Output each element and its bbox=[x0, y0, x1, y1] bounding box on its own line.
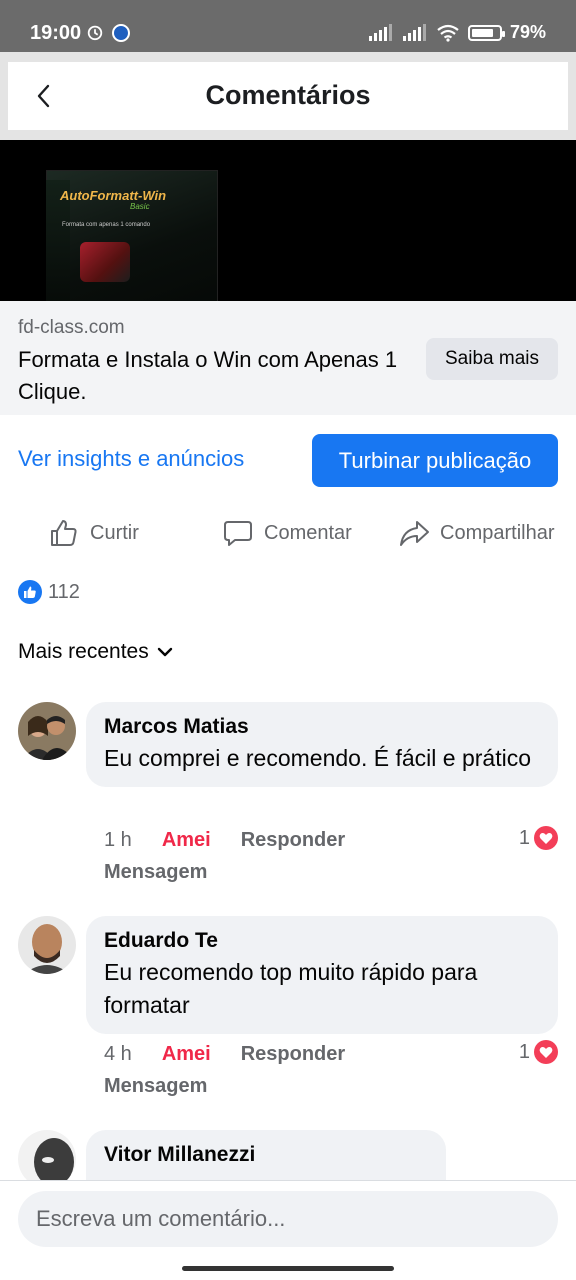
reaction-count: 112 bbox=[48, 580, 80, 603]
comment-sort-dropdown[interactable]: Mais recentes bbox=[18, 640, 173, 664]
chevron-down-icon bbox=[157, 647, 172, 657]
battery-icon bbox=[467, 24, 505, 41]
page-title: Comentários bbox=[205, 80, 371, 110]
comment-meta: 4 h Amei Responder Mensagem bbox=[104, 1038, 345, 1102]
comment-reaction-count[interactable]: 1 bbox=[519, 826, 558, 850]
header-bar: Comentários bbox=[0, 52, 576, 140]
love-count: 1 bbox=[518, 826, 530, 849]
thumbs-up-icon bbox=[51, 520, 77, 546]
comment-item: Marcos Matias Eu comprei e recomendo. É … bbox=[0, 702, 576, 902]
like-label: Curtir bbox=[90, 521, 139, 544]
like-button[interactable]: Curtir bbox=[48, 510, 139, 556]
comment-bubble[interactable]: Marcos Matias Eu comprei e recomendo. É … bbox=[86, 702, 558, 787]
header: Comentários bbox=[8, 62, 568, 130]
status-bar: 19:00 79% bbox=[0, 0, 576, 52]
battery-percent: 79% bbox=[509, 22, 546, 42]
product-edition: Basic bbox=[130, 202, 150, 211]
home-indicator[interactable] bbox=[182, 1266, 394, 1271]
learn-more-button[interactable]: Saiba mais bbox=[426, 338, 558, 380]
post-actions: Curtir Comentar Compartilhar bbox=[0, 510, 576, 556]
wifi-icon bbox=[437, 24, 459, 42]
comment-icon bbox=[224, 521, 252, 546]
signal-icon bbox=[368, 23, 392, 41]
product-name: AutoFormatt-Win bbox=[60, 188, 167, 203]
reaction-button[interactable]: Amei bbox=[162, 1043, 211, 1066]
status-indicators: 79% bbox=[368, 22, 546, 43]
message-button[interactable]: Mensagem bbox=[104, 1075, 207, 1098]
ad-image[interactable]: AutoFormatt-Win Basic Formata com apenas… bbox=[0, 140, 576, 301]
product-graphic bbox=[80, 242, 130, 282]
comment-time: 4 h bbox=[104, 1042, 132, 1065]
boost-post-button[interactable]: Turbinar publicação bbox=[312, 434, 558, 487]
share-label: Compartilhar bbox=[440, 521, 555, 544]
link-headline: Formata e Instala o Win com Apenas 1 Cli… bbox=[18, 347, 398, 404]
comment-composer-bar bbox=[0, 1180, 576, 1280]
alarm-icon bbox=[87, 25, 103, 41]
love-count: 1 bbox=[518, 1040, 530, 1063]
view-insights-link[interactable]: Ver insights e anúncios bbox=[18, 446, 244, 472]
reply-button[interactable]: Responder bbox=[241, 1043, 345, 1066]
battery-level bbox=[471, 28, 493, 37]
comment-item: Vitor Millanezzi bbox=[0, 1130, 576, 1180]
comment-item: Eduardo Te Eu recomendo top muito rápido… bbox=[0, 916, 576, 1116]
comment-author[interactable]: Marcos Matias bbox=[104, 714, 540, 740]
comment-meta: 1 h Amei Responder Mensagem bbox=[104, 824, 345, 888]
like-reaction-icon bbox=[18, 580, 42, 604]
comment-bubble[interactable]: Eduardo Te Eu recomendo top muito rápido… bbox=[86, 916, 558, 1034]
avatar[interactable] bbox=[18, 702, 76, 760]
app-notification-icon bbox=[112, 24, 130, 42]
heart-icon bbox=[534, 826, 558, 850]
status-time: 19:00 bbox=[30, 22, 82, 44]
avatar[interactable] bbox=[18, 1130, 76, 1180]
share-button[interactable]: Compartilhar bbox=[398, 510, 554, 556]
reply-button[interactable]: Responder bbox=[241, 829, 345, 852]
heart-icon bbox=[534, 1040, 558, 1064]
link-preview[interactable]: fd-class.com Formata e Instala o Win com… bbox=[0, 301, 576, 415]
product-tagline: Formata com apenas 1 comando bbox=[62, 222, 151, 228]
reaction-summary[interactable]: 112 bbox=[18, 580, 80, 604]
reaction-button[interactable]: Amei bbox=[162, 829, 211, 852]
comment-input[interactable] bbox=[18, 1191, 558, 1247]
signal-icon-2 bbox=[402, 23, 426, 41]
share-icon bbox=[400, 521, 429, 546]
comment-text: Eu recomendo top muito rápido para forma… bbox=[104, 959, 478, 1018]
link-domain: fd-class.com bbox=[18, 317, 125, 338]
comment-reaction-count[interactable]: 1 bbox=[519, 1040, 558, 1064]
comment-time: 1 h bbox=[104, 828, 132, 851]
comment-author[interactable]: Eduardo Te bbox=[104, 928, 540, 954]
comment-text: Eu comprei e recomendo. É fácil e prátic… bbox=[104, 745, 531, 771]
comment-label: Comentar bbox=[264, 521, 352, 544]
avatar[interactable] bbox=[18, 916, 76, 974]
message-button[interactable]: Mensagem bbox=[104, 861, 207, 884]
comment-bubble[interactable]: Vitor Millanezzi bbox=[86, 1130, 446, 1180]
comment-author[interactable]: Vitor Millanezzi bbox=[104, 1142, 428, 1168]
sort-label: Mais recentes bbox=[18, 640, 149, 663]
